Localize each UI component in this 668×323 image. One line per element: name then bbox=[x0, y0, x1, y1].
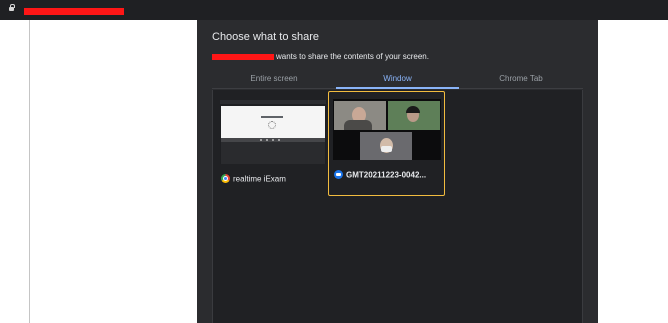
window-list: realtime iExam GMT20211223-0042... bbox=[212, 90, 583, 323]
share-source-tabs: Entire screen Window Chrome Tab bbox=[212, 70, 583, 89]
browser-address-bar bbox=[0, 0, 668, 20]
tab-chrome-tab[interactable]: Chrome Tab bbox=[459, 70, 583, 88]
window-thumbnail bbox=[220, 100, 326, 164]
window-thumbnail bbox=[333, 99, 441, 160]
video-participant bbox=[388, 101, 440, 130]
loading-spinner-icon bbox=[268, 121, 276, 129]
window-tile-realtime-iexam[interactable]: realtime iExam bbox=[215, 92, 328, 192]
window-label-text: GMT20211223-0042... bbox=[346, 170, 427, 180]
tab-entire-screen[interactable]: Entire screen bbox=[212, 70, 336, 88]
page-background-right bbox=[598, 20, 668, 323]
dialog-subtitle-text: wants to share the contents of your scre… bbox=[276, 52, 429, 61]
video-participant bbox=[334, 101, 386, 130]
dialog-title: Choose what to share bbox=[212, 31, 320, 43]
tab-window[interactable]: Window bbox=[336, 70, 459, 89]
meet-icon bbox=[334, 170, 343, 180]
share-screen-dialog: Choose what to share wants to share the … bbox=[197, 20, 598, 323]
page-background-left bbox=[30, 20, 197, 323]
window-label: GMT20211223-0042... bbox=[334, 170, 427, 180]
chrome-icon bbox=[221, 174, 230, 184]
window-label: realtime iExam bbox=[221, 174, 286, 184]
window-tile-gmt-recording[interactable]: GMT20211223-0042... bbox=[328, 91, 445, 196]
lock-icon bbox=[9, 4, 15, 11]
redacted-site-name bbox=[212, 53, 274, 60]
redacted-url bbox=[24, 8, 124, 15]
video-participant bbox=[360, 132, 412, 160]
window-label-text: realtime iExam bbox=[233, 174, 286, 184]
dialog-subtitle: wants to share the contents of your scre… bbox=[212, 52, 429, 61]
